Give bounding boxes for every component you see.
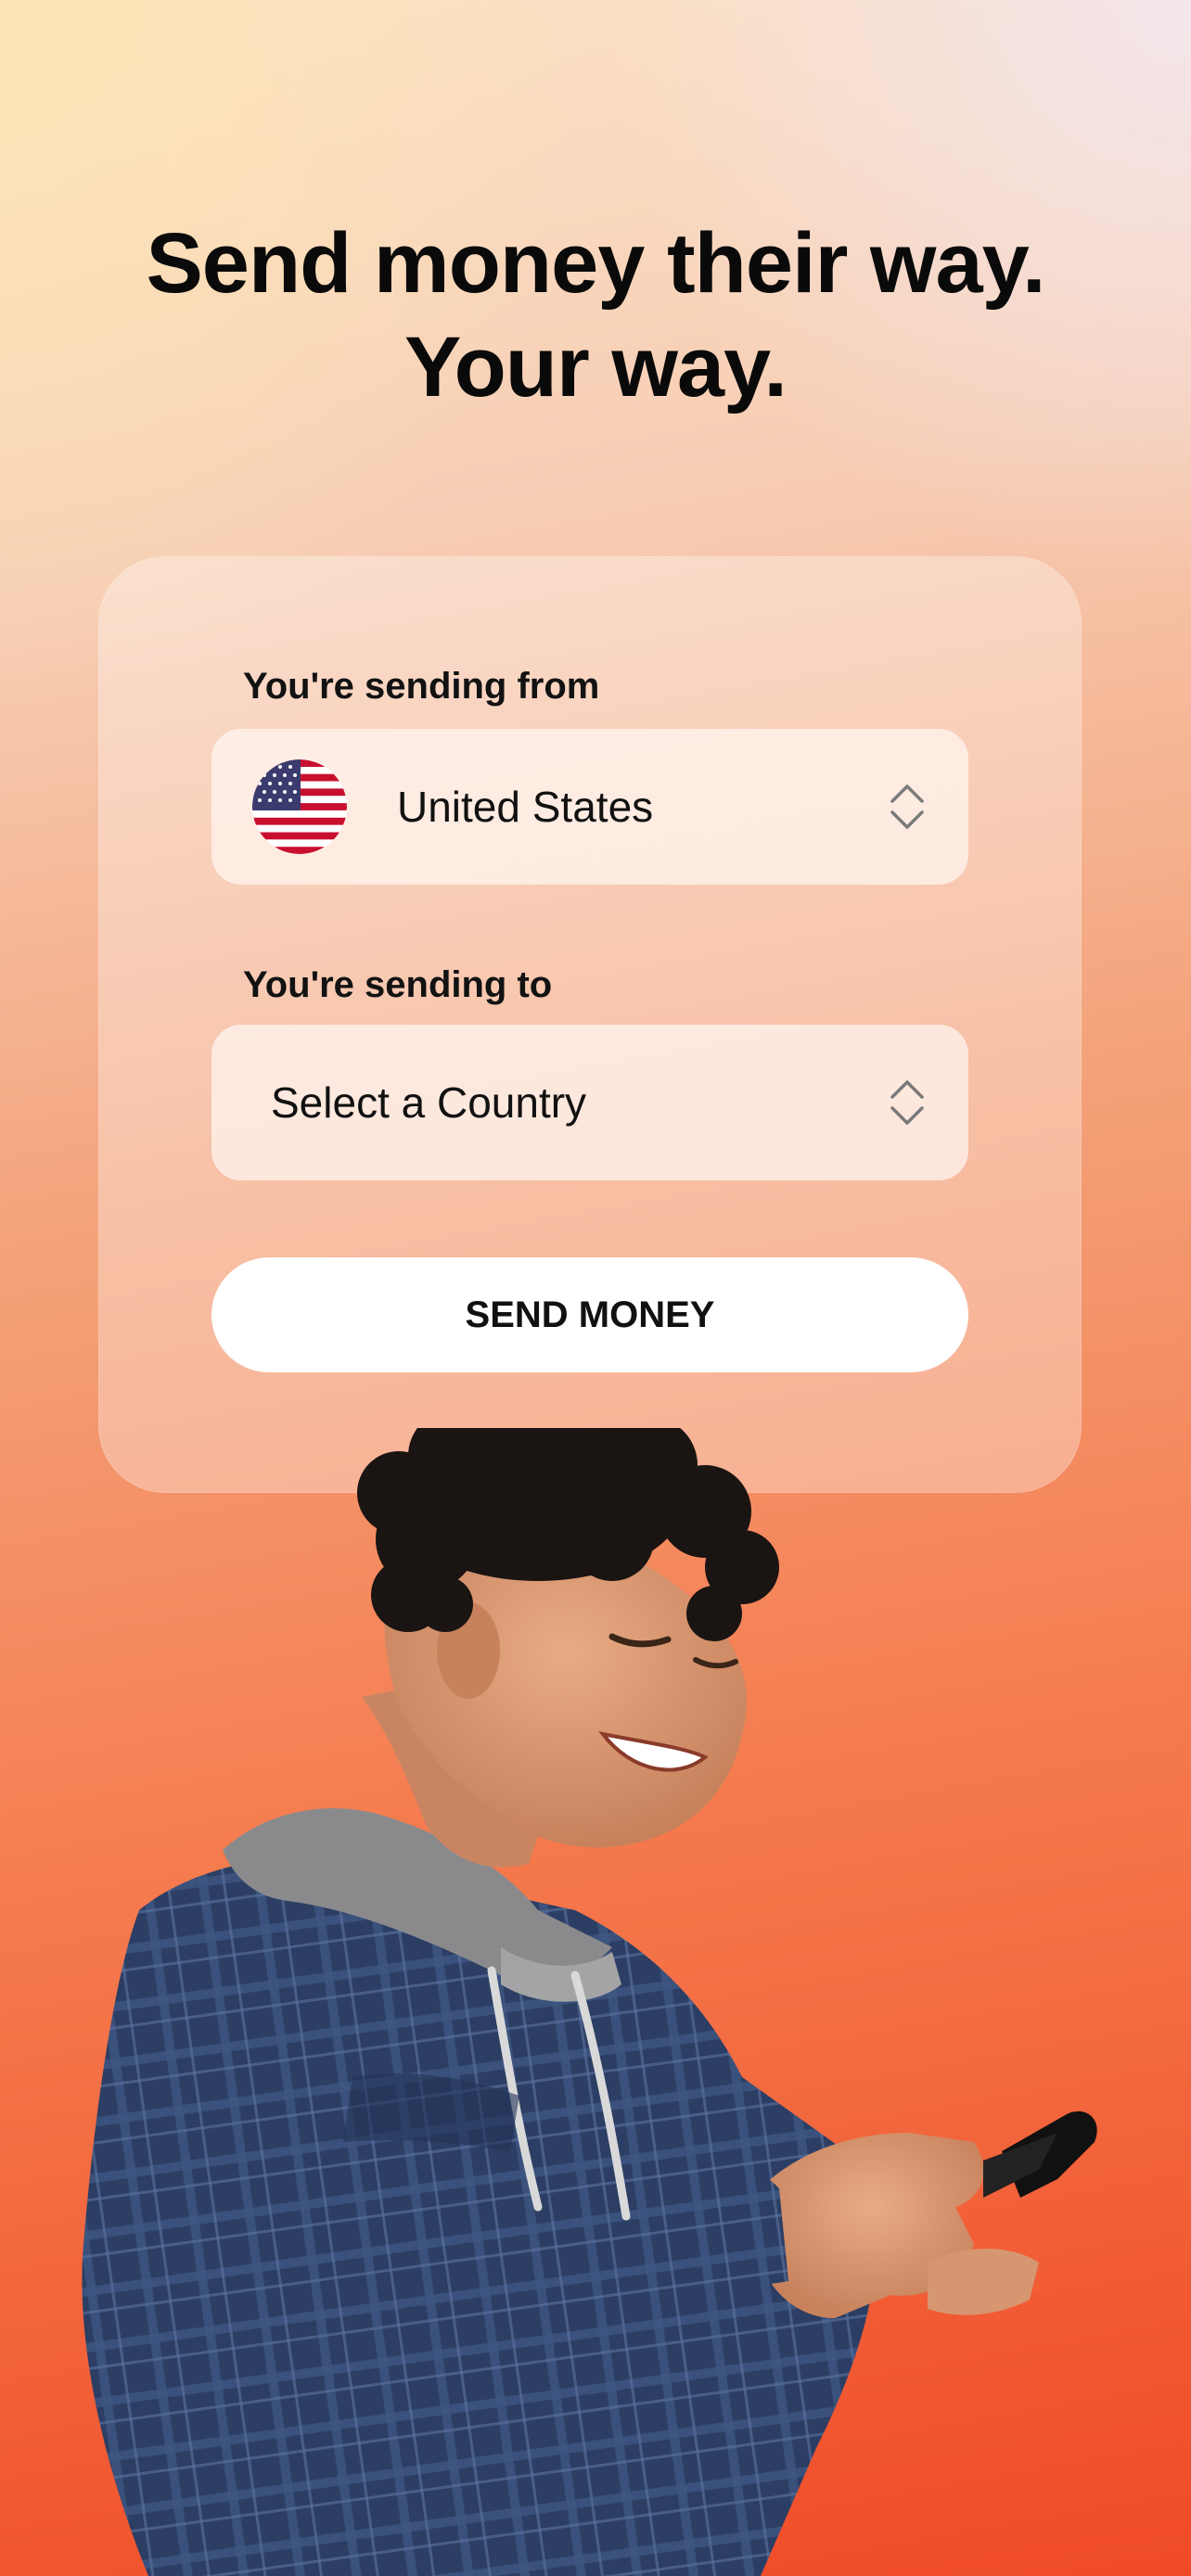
send-money-card: You're sending from United States You're…	[98, 556, 1082, 1493]
from-label: You're sending from	[243, 666, 600, 707]
from-country-value: United States	[397, 783, 654, 831]
send-money-button[interactable]: SEND MONEY	[211, 1257, 968, 1372]
us-flag-icon	[252, 759, 347, 854]
to-country-select[interactable]: Select a Country	[211, 1025, 968, 1180]
headline: Send money their way. Your way.	[0, 211, 1191, 419]
headline-line-2: Your way.	[404, 320, 788, 414]
to-label: You're sending to	[243, 964, 553, 1005]
to-country-placeholder: Select a Country	[271, 1078, 587, 1127]
from-country-select[interactable]: United States	[211, 729, 968, 885]
chevron-up-down-icon	[890, 784, 924, 829]
person-photo	[82, 1428, 1097, 2576]
chevron-up-down-icon	[890, 1080, 924, 1125]
headline-line-1: Send money their way.	[146, 216, 1045, 311]
